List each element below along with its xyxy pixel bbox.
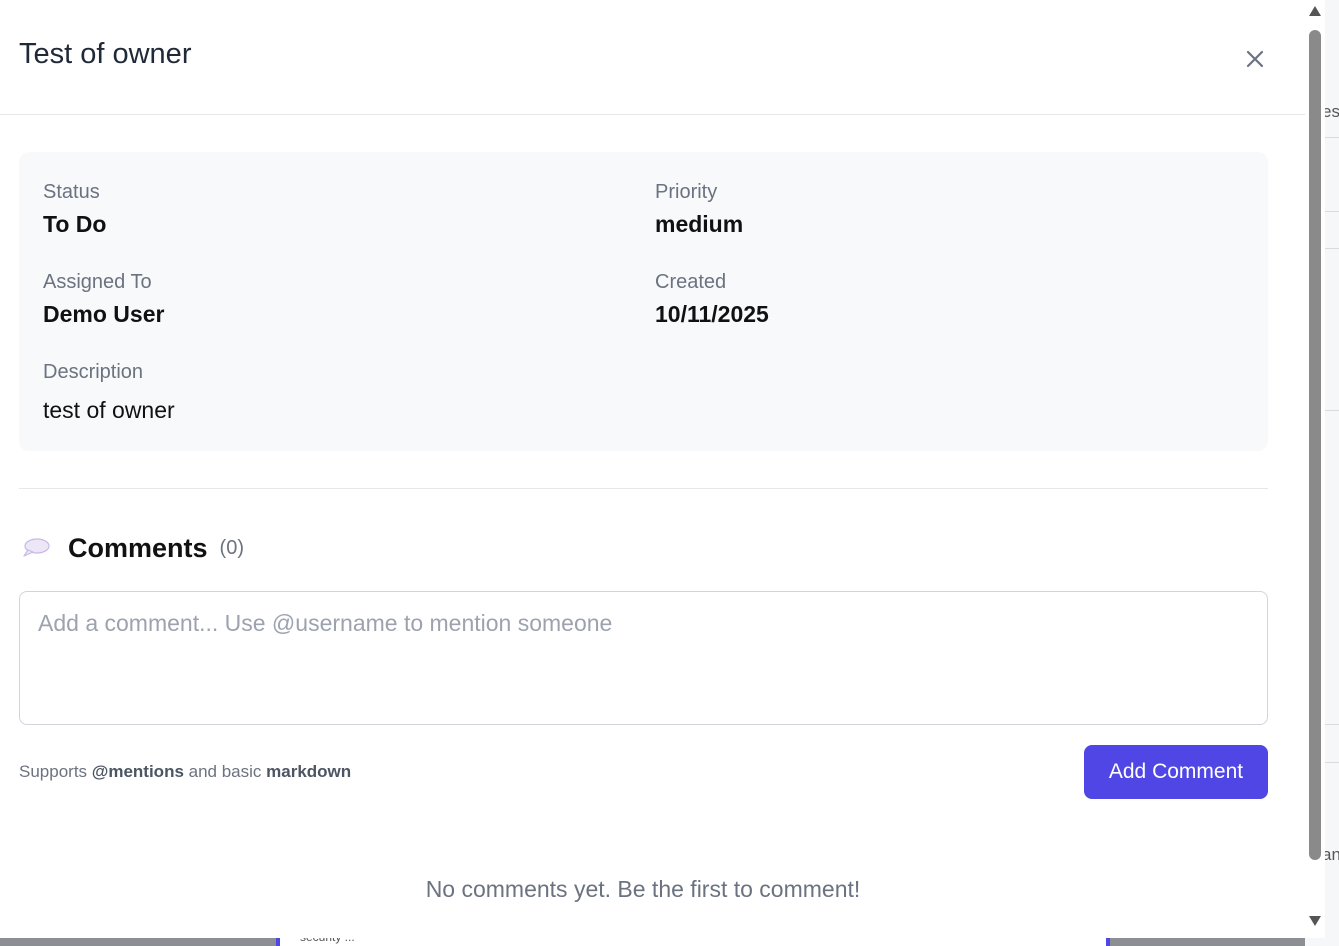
hint-middle: and basic xyxy=(183,762,267,781)
description-field: Description test of owner xyxy=(43,360,175,424)
hint-mentions: @mentions xyxy=(91,762,184,781)
scroll-up-button[interactable] xyxy=(1308,4,1322,18)
triangle-down-icon xyxy=(1309,916,1321,926)
scroll-down-button[interactable] xyxy=(1308,914,1322,928)
created-field: Created 10/11/2025 xyxy=(655,270,769,328)
vertical-scrollbar[interactable] xyxy=(1305,0,1325,938)
hint-markdown: markdown xyxy=(266,762,352,781)
speech-bubble-icon xyxy=(23,538,50,557)
task-detail-modal: Test of owner Status To Do Priority medi… xyxy=(0,0,1305,938)
hint-prefix: Supports xyxy=(19,762,92,781)
assigned-field: Assigned To Demo User xyxy=(43,270,164,328)
status-value: To Do xyxy=(43,211,107,237)
section-divider xyxy=(19,488,1268,489)
comment-hint: Supports @mentions and basic markdown xyxy=(19,762,351,782)
comment-input[interactable] xyxy=(19,591,1268,725)
created-label: Created xyxy=(655,271,727,293)
close-icon xyxy=(1246,50,1264,68)
created-value: 10/11/2025 xyxy=(655,301,769,327)
assigned-label: Assigned To xyxy=(43,271,152,293)
status-label: Status xyxy=(43,181,100,203)
modal-title: Test of owner xyxy=(19,38,192,70)
description-label: Description xyxy=(43,361,144,383)
description-value: test of owner xyxy=(43,397,175,423)
comments-title: Comments xyxy=(68,532,208,563)
triangle-up-icon xyxy=(1309,6,1321,16)
close-button[interactable] xyxy=(1240,44,1270,74)
status-field: Status To Do xyxy=(43,180,106,238)
add-comment-button[interactable]: Add Comment xyxy=(1084,745,1268,799)
modal-header: Test of owner xyxy=(0,0,1305,115)
priority-field: Priority medium xyxy=(655,180,743,238)
no-comments-message: No comments yet. Be the first to comment… xyxy=(425,876,861,902)
priority-label: Priority xyxy=(655,181,718,203)
scrollbar-thumb[interactable] xyxy=(1309,30,1321,860)
priority-value: medium xyxy=(655,211,744,237)
comments-count: (0) xyxy=(219,536,244,559)
assigned-value: Demo User xyxy=(43,301,165,327)
comments-header: Comments (0) xyxy=(22,530,244,566)
task-details-panel: Status To Do Priority medium Assigned To… xyxy=(19,152,1268,451)
